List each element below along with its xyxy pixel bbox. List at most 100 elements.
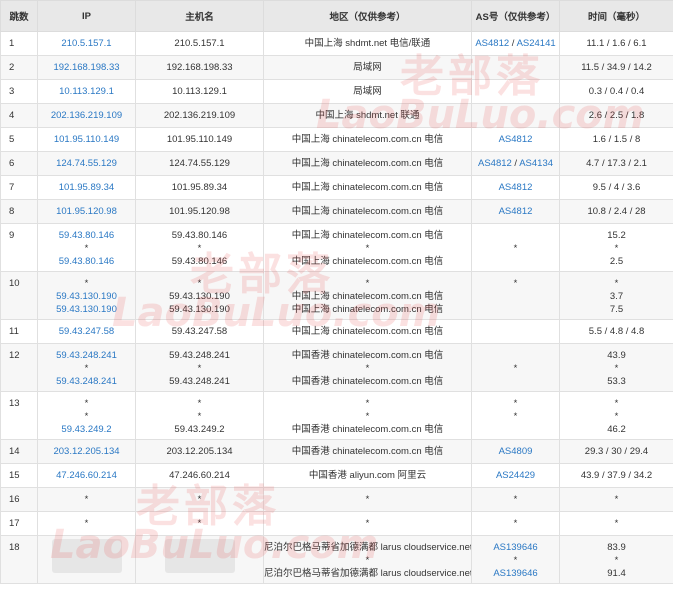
time-text: 11.5 / 34.9 / 14.2 (581, 62, 652, 73)
as-link[interactable]: AS4809 (499, 446, 533, 457)
ip-link[interactable]: 47.246.60.214 (38, 469, 135, 482)
ip-link[interactable]: 192.168.198.33 (38, 61, 135, 74)
hop-number: 5 (9, 134, 15, 145)
time-cell: 29.3 / 30 / 29.4 (559, 439, 673, 464)
ip-cell: 59.43.80.146 * 59.43.80.146 (37, 223, 136, 272)
region-cell: * (263, 511, 472, 536)
as-link[interactable]: AS4134 (519, 158, 553, 169)
ip-link[interactable]: 59.43.247.58 (38, 325, 135, 338)
as-cell: * * (471, 391, 560, 440)
hostname-cell: * * 59.43.249.2 (135, 391, 264, 440)
ip-link[interactable]: 124.74.55.129 (38, 157, 135, 170)
region-cell: 中国香港 aliyun.com 阿里云 (263, 463, 472, 488)
ip-link[interactable]: 59.43.130.190 (38, 303, 135, 316)
region-cell: 中国上海 chinatelecom.com.cn 电信 (263, 319, 472, 344)
region-text: * (365, 555, 370, 566)
hop-number: 3 (9, 86, 15, 97)
as-line (472, 229, 559, 242)
ip-link[interactable]: 59.43.80.146 (38, 255, 135, 268)
hop-number: 7 (9, 182, 15, 193)
time-cell: 10.8 / 2.4 / 28 (559, 199, 673, 224)
time-text: * (614, 494, 619, 505)
time-text: 7.5 (609, 304, 624, 315)
as-link[interactable]: AS24141 (517, 38, 556, 49)
redacted-block (51, 539, 122, 573)
as-line: AS139646 (472, 541, 559, 554)
region-text: 中国香港 chinatelecom.com.cn 电信 (291, 376, 444, 387)
hostname-text: 59.43.130.190 (169, 291, 230, 302)
time-text: 4.7 / 17.3 / 2.1 (586, 158, 647, 169)
as-text: * (513, 278, 518, 289)
ip-link[interactable]: 203.12.205.134 (38, 445, 135, 458)
time-text: 2.6 / 2.5 / 1.8 (588, 110, 645, 121)
ip-link[interactable]: 101.95.110.149 (38, 133, 135, 146)
col-header-region: 地区（仅供参考） (263, 0, 472, 32)
as-line: AS4812 (472, 133, 559, 146)
ip-link[interactable]: 210.5.157.1 (38, 37, 135, 50)
as-link[interactable]: AS4812 (478, 158, 512, 169)
as-line: * (472, 242, 559, 255)
ip-cell: 210.5.157.1 (37, 31, 136, 56)
as-cell (471, 79, 560, 104)
ip-link[interactable]: 10.113.129.1 (38, 85, 135, 98)
time-cell: 1.6 / 1.5 / 8 (559, 127, 673, 152)
region-text: * (365, 494, 370, 505)
ip-link[interactable]: 101.95.120.98 (38, 205, 135, 218)
ip-cell: 101.95.120.98 (37, 199, 136, 224)
hostname-cell: 59.43.80.146 * 59.43.80.146 (135, 223, 264, 272)
hostname-cell: 192.168.198.33 (135, 55, 264, 80)
region-text: 中国上海 chinatelecom.com.cn 电信 (291, 326, 444, 337)
table-row: 5 101.95.110.149 101.95.110.149 中国上海 chinat… (0, 127, 673, 152)
ip-link[interactable]: 101.95.89.34 (38, 181, 135, 194)
hostname-cell: 203.12.205.134 (135, 439, 264, 464)
ip-link[interactable]: 59.43.249.2 (38, 423, 135, 436)
hop-number: 18 (9, 542, 20, 553)
as-cell: * (471, 511, 560, 536)
col-header-as: AS号（仅供参考） (471, 0, 560, 32)
ip-link[interactable]: 202.136.219.109 (38, 109, 135, 122)
as-link[interactable]: AS139646 (493, 542, 537, 553)
region-text: * (365, 278, 370, 289)
time-cell: * (559, 511, 673, 536)
ip-link[interactable]: 59.43.130.190 (38, 290, 135, 303)
as-link[interactable]: AS4812 (475, 38, 509, 49)
time-text: * (614, 278, 619, 289)
ip-link[interactable]: 59.43.248.241 (38, 375, 135, 388)
time-text: 5.5 / 4.8 / 4.8 (588, 326, 645, 337)
as-cell: AS139646 * AS139646 (471, 535, 560, 584)
region-cell: 中国上海 chinatelecom.com.cn 电信 (263, 127, 472, 152)
hostname-text: * (197, 494, 202, 505)
ip-link[interactable]: 59.43.248.241 (38, 349, 135, 362)
as-cell: AS4812 (471, 175, 560, 200)
as-link[interactable]: AS24429 (496, 470, 535, 481)
hostname-cell: 59.43.248.241 * 59.43.248.241 (135, 343, 264, 392)
time-cell: 83.9 * 91.4 (559, 535, 673, 584)
hop-number: 4 (9, 110, 15, 121)
as-link[interactable]: AS4812 (499, 134, 533, 145)
hop-number: 6 (9, 158, 15, 169)
time-cell: 11.5 / 34.9 / 14.2 (559, 55, 673, 80)
as-separator: / (509, 38, 517, 49)
time-text: 15.2 (607, 230, 626, 241)
ip-link[interactable]: 59.43.80.146 (38, 229, 135, 242)
as-link[interactable]: AS4812 (499, 206, 533, 217)
hostname-text: 59.43.248.241 (169, 376, 230, 387)
ip-cell: 59.43.248.241 * 59.43.248.241 (37, 343, 136, 392)
as-line: AS4812 (472, 181, 559, 194)
time-cell: * * 46.2 (559, 391, 673, 440)
as-link[interactable]: AS139646 (493, 568, 537, 579)
col-header-hop: 跳数 (0, 0, 38, 32)
as-link[interactable]: AS4812 (499, 182, 533, 193)
as-line: * (472, 410, 559, 423)
table-row: 13 * * 59.43.249.2 * * 59.43.249.2 * * 中国香港 china… (0, 391, 673, 440)
table-row: 15 47.246.60.214 47.246.60.214 中国香港 aliyun.… (0, 463, 673, 488)
as-line: AS4809 (472, 445, 559, 458)
hostname-text: * (197, 243, 202, 254)
as-line (472, 303, 559, 316)
hostname-text: * (197, 398, 202, 409)
as-text: * (513, 494, 518, 505)
hop-cell: 3 (0, 79, 38, 104)
table-row: 3 10.113.129.1 10.113.129.1 局域网 0.3 / 0.4 / … (0, 79, 673, 104)
region-text: 中国上海 chinatelecom.com.cn 电信 (291, 134, 444, 145)
ip-text: * (84, 518, 89, 529)
